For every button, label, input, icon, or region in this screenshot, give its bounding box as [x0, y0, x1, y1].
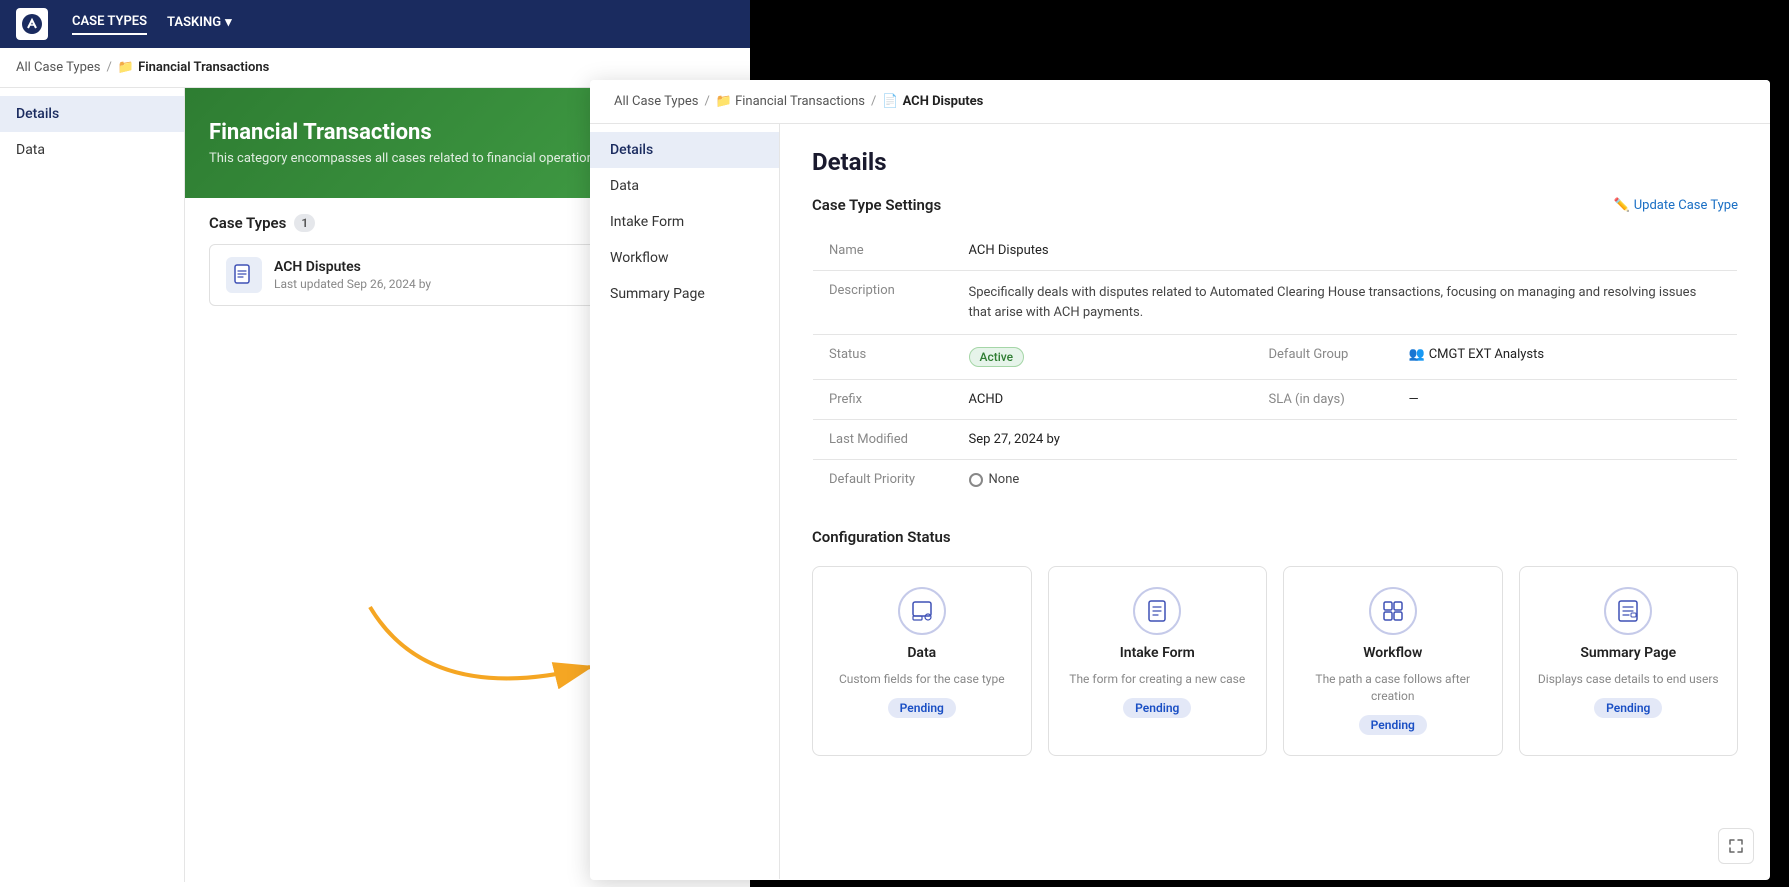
last-modified-value: Sep 27, 2024 by [953, 420, 1738, 460]
config-card-intake-form[interactable]: Intake Form The form for creating a new … [1048, 566, 1268, 756]
case-types-title: Case Types [209, 214, 286, 232]
update-case-type-link[interactable]: ✏️ Update Case Type [1614, 198, 1738, 213]
right-content: Details Data Intake Form Workflow Summar… [590, 124, 1770, 879]
case-type-settings-title: Case Type Settings [812, 196, 941, 214]
workflow-card-desc: The path a case follows after creation [1300, 671, 1486, 705]
left-sidebar-data[interactable]: Data [0, 132, 184, 168]
data-card-desc: Custom fields for the case type [839, 671, 1005, 688]
configuration-status-title: Configuration Status [812, 528, 1738, 546]
tasking-label: TASKING [167, 15, 221, 30]
summary-page-config-icon [1604, 587, 1652, 635]
config-cards-grid: Data Custom fields for the case type Pen… [812, 566, 1738, 756]
workflow-card-title: Workflow [1363, 645, 1422, 661]
name-value: ACH Disputes [953, 231, 1738, 271]
status-label: Status [813, 335, 953, 380]
table-row-priority: Default Priority None [813, 460, 1738, 500]
right-sidebar: Details Data Intake Form Workflow Summar… [590, 124, 780, 879]
right-sep2: / [871, 94, 876, 109]
tasking-chevron-icon: ▾ [225, 15, 232, 30]
nav-links: CASE TYPES TASKING ▾ [72, 14, 232, 35]
nav-tasking[interactable]: TASKING ▾ [167, 14, 232, 35]
right-breadcrumb-financial[interactable]: 📁 Financial Transactions [716, 94, 865, 109]
data-config-icon [898, 587, 946, 635]
workflow-config-icon [1369, 587, 1417, 635]
case-type-settings-header: Case Type Settings ✏️ Update Case Type [812, 196, 1738, 214]
right-sidebar-intake-form[interactable]: Intake Form [590, 204, 779, 240]
right-breadcrumb: All Case Types / 📁 Financial Transaction… [590, 80, 1770, 124]
prefix-value: ACHD [953, 380, 1253, 420]
breadcrumb-all-case-types[interactable]: All Case Types [16, 60, 101, 75]
right-breadcrumb-all[interactable]: All Case Types [614, 94, 699, 109]
workflow-pending-badge: Pending [1359, 715, 1427, 735]
default-group-value: 👥 CMGT EXT Analysts [1393, 335, 1738, 380]
right-sep1: / [705, 94, 710, 109]
right-panel: All Case Types / 📁 Financial Transaction… [590, 80, 1770, 880]
left-sidebar: Details Data [0, 88, 185, 882]
details-table: Name ACH Disputes Description Specifical… [812, 230, 1738, 500]
intake-form-pending-badge: Pending [1123, 698, 1191, 718]
data-card-title: Data [907, 645, 936, 661]
config-card-data[interactable]: Data Custom fields for the case type Pen… [812, 566, 1032, 756]
table-row-name: Name ACH Disputes [813, 231, 1738, 271]
appian-logo [16, 8, 48, 40]
data-pending-badge: Pending [888, 698, 956, 718]
top-nav: CASE TYPES TASKING ▾ [0, 0, 750, 48]
intake-form-card-title: Intake Form [1120, 645, 1195, 661]
nav-casetypes[interactable]: CASE TYPES [72, 14, 147, 35]
appian-logo-icon [16, 8, 48, 40]
name-label: Name [813, 231, 953, 271]
status-badge: Active [969, 347, 1025, 367]
group-icon: 👥 [1409, 347, 1425, 362]
default-priority-value: None [953, 460, 1738, 500]
right-sidebar-summary-page[interactable]: Summary Page [590, 276, 779, 312]
summary-page-card-title: Summary Page [1580, 645, 1676, 661]
breadcrumb-sep1: / [107, 60, 112, 75]
default-priority-label: Default Priority [813, 460, 953, 500]
edit-icon: ✏️ [1614, 198, 1630, 213]
intake-form-config-icon [1133, 587, 1181, 635]
configuration-status-section: Configuration Status Data Custom fiel [812, 528, 1738, 756]
breadcrumb-financial-transactions: 📁 Financial Transactions [118, 60, 269, 75]
expand-icon-button[interactable] [1718, 828, 1754, 864]
case-card-meta: Last updated Sep 26, 2024 by [274, 277, 431, 291]
status-value: Active [953, 335, 1253, 380]
summary-page-pending-badge: Pending [1594, 698, 1662, 718]
breadcrumb-folder-icon: 📁 [118, 60, 134, 75]
intake-form-card-desc: The form for creating a new case [1069, 671, 1245, 688]
left-sidebar-details[interactable]: Details [0, 96, 184, 132]
right-folder-icon: 📁 [716, 94, 732, 109]
right-sidebar-workflow[interactable]: Workflow [590, 240, 779, 276]
table-row-prefix-sla: Prefix ACHD SLA (in days) — [813, 380, 1738, 420]
right-sidebar-data[interactable]: Data [590, 168, 779, 204]
case-card-name: ACH Disputes [274, 259, 431, 275]
priority-circle-icon [969, 473, 983, 487]
sla-label: SLA (in days) [1253, 380, 1393, 420]
sla-value: — [1393, 380, 1738, 420]
summary-page-card-desc: Displays case details to end users [1538, 671, 1719, 688]
table-row-status-group: Status Active Default Group 👥 CMGT EXT A… [813, 335, 1738, 380]
case-doc-icon [226, 257, 262, 293]
description-value: Specifically deals with disputes related… [953, 271, 1738, 335]
last-modified-label: Last Modified [813, 420, 953, 460]
table-row-description: Description Specifically deals with disp… [813, 271, 1738, 335]
right-sidebar-details[interactable]: Details [590, 132, 779, 168]
prefix-label: Prefix [813, 380, 953, 420]
right-main: Details Case Type Settings ✏️ Update Cas… [780, 124, 1770, 879]
default-group-label: Default Group [1253, 335, 1393, 380]
config-card-workflow[interactable]: Workflow The path a case follows after c… [1283, 566, 1503, 756]
description-label: Description [813, 271, 953, 335]
right-doc-icon: 📄 [882, 94, 898, 109]
case-count-badge: 1 [294, 214, 315, 232]
right-breadcrumb-current: 📄 ACH Disputes [882, 94, 983, 109]
case-card-info: ACH Disputes Last updated Sep 26, 2024 b… [274, 259, 431, 291]
table-row-last-modified: Last Modified Sep 27, 2024 by [813, 420, 1738, 460]
config-card-summary-page[interactable]: Summary Page Displays case details to en… [1519, 566, 1739, 756]
page-title: Details [812, 148, 1738, 176]
